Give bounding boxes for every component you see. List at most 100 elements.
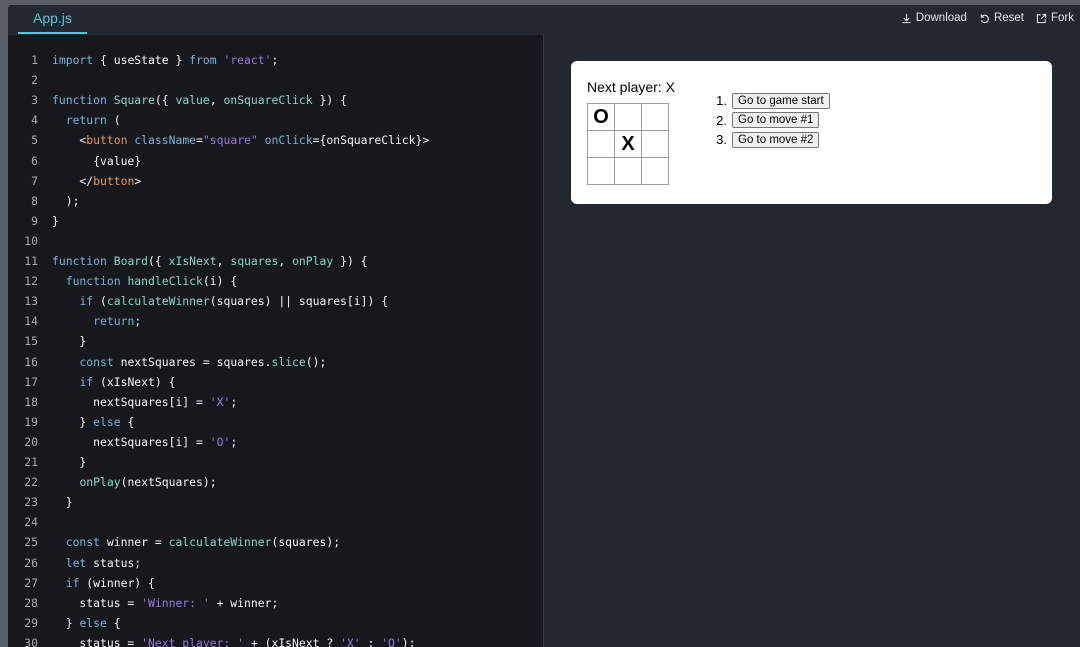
sandbox-frame: App.js Download Reset Fork 1 import {us… (8, 5, 1080, 647)
code-text: const winner = calculateWinner(squares); (65, 535, 341, 550)
line-number: 4 (31, 113, 38, 128)
code-line[interactable]: 16 const nextSquares = squares.slice(); (8, 352, 543, 372)
code-text: </button> (52, 173, 142, 188)
line-number: 30 (24, 635, 38, 647)
code-line[interactable]: 22 onPlay(nextSquares); (8, 472, 543, 492)
board-square[interactable] (641, 103, 669, 131)
code-line[interactable]: 5 <button className="square" onClick={on… (8, 130, 543, 150)
fork-label: Fork (1051, 12, 1074, 24)
code-line[interactable]: 18 nextSquares[i] = 'X'; (8, 392, 543, 412)
code-line[interactable]: 2 (8, 70, 543, 90)
code-line[interactable]: 11 function Board({ xIsNext, squares, onP… (8, 251, 543, 271)
code-text: let status; (65, 555, 142, 570)
download-button[interactable]: Download (901, 12, 967, 24)
code-text: } (52, 213, 59, 228)
code-line[interactable]: 28 status = 'Winner: ' + winner; (8, 593, 543, 613)
tab-app-js[interactable]: App.js (18, 5, 87, 34)
board-square[interactable] (587, 157, 615, 185)
board-square[interactable] (641, 130, 669, 158)
line-number: 19 (24, 414, 38, 429)
board-square[interactable]: O (587, 103, 615, 131)
code-line[interactable]: 25 const winner = calculateWinner(square… (8, 532, 543, 552)
code-line[interactable]: 19 } else { (8, 412, 543, 432)
code-line[interactable]: 21 } (8, 452, 543, 472)
download-icon (902, 13, 911, 23)
code-text: } (52, 495, 73, 510)
line-number: 3 (31, 93, 38, 108)
reset-button[interactable]: Reset (979, 12, 1024, 24)
code-text: ); (52, 193, 80, 208)
toolbar-actions: Download Reset Fork (901, 5, 1074, 31)
code-line[interactable]: 7 </button> (8, 171, 543, 191)
code-line[interactable]: 3 function Square({ value, onSquareClick … (8, 90, 543, 110)
go-to-move-button[interactable]: Go to move #2 (732, 131, 820, 148)
code-line[interactable]: 10 (8, 231, 543, 251)
board-square[interactable] (614, 157, 642, 185)
code-line[interactable]: 9} (8, 211, 543, 231)
code-line[interactable]: 17 if (xIsNext) { (8, 372, 543, 392)
code-line[interactable]: 1 import { useState } from 'react'; (8, 50, 543, 70)
move-list: 1. Go to game start 2. Go to move #1 3. Go to… (711, 91, 830, 150)
line-number: 25 (24, 535, 38, 550)
reset-label: Reset (993, 12, 1024, 24)
line-number: 12 (24, 274, 38, 289)
line-number: 22 (24, 475, 38, 490)
line-number: 15 (24, 334, 38, 349)
line-number: 9 (31, 213, 38, 228)
code-line[interactable]: 30 status = 'Next player: ' + (xIsNext ?… (8, 633, 543, 647)
line-number: 14 (24, 314, 38, 329)
code-text: } (52, 455, 87, 469)
line-number: 13 (24, 294, 38, 309)
code-text: return; (93, 314, 142, 329)
board-square[interactable] (587, 130, 615, 158)
download-label: Download (915, 12, 967, 24)
line-number: 28 (24, 595, 38, 610)
code-text: const nextSquares = squares.slice(); (79, 354, 327, 369)
code-text: status = 'Winner: ' + winner; (52, 595, 279, 610)
line-number: 6 (31, 153, 38, 168)
line-number: 5 (31, 133, 38, 148)
game-status: Next player: X (587, 79, 675, 95)
line-number: 26 (24, 555, 38, 570)
code-text: import { useState } from 'react'; (52, 53, 279, 67)
code-line[interactable]: 14 return; (8, 311, 543, 331)
code-text: nextSquares[i] = 'O'; (52, 434, 238, 449)
board-square[interactable]: X (614, 130, 642, 158)
line-number: 8 (31, 193, 38, 208)
code-line[interactable]: 8 ); (8, 191, 543, 211)
go-to-move-button[interactable]: Go to move #1 (732, 112, 820, 129)
line-number: 18 (24, 394, 38, 409)
code-text: nextSquares[i] = 'X'; (52, 394, 238, 409)
code-line[interactable]: 12 function handleClick(i) { (8, 271, 543, 291)
code-text: if (xIsNext) { (79, 374, 176, 389)
board-square[interactable] (641, 157, 669, 185)
line-number: 27 (24, 575, 38, 590)
editor-toolbar: App.js Download Reset Fork (8, 5, 1080, 36)
code-line[interactable]: 6 {value} (8, 151, 543, 171)
code-editor[interactable]: 1 import { useState } from 'react'; 2 3 func… (8, 35, 543, 647)
code-text: function Square({ value, onSquareClick }… (52, 93, 347, 108)
move-number: 3. (716, 132, 727, 148)
code-line[interactable]: 26 let status; (8, 553, 543, 573)
code-line[interactable]: 15 } (8, 331, 543, 351)
code-text: } else { (52, 615, 121, 630)
code-line[interactable]: 24 (8, 512, 543, 532)
code-text: if (calculateWinner(squares) || squares[… (79, 294, 389, 309)
line-number: 17 (24, 374, 38, 389)
code-line[interactable]: 27 if (winner) { (8, 573, 543, 593)
move-list-item: 3. Go to move #2 (711, 130, 830, 150)
code-line[interactable]: 4 return ( (8, 110, 543, 130)
code-text: function Board({ xIsNext, squares, onPla… (52, 254, 368, 268)
code-line[interactable]: 29 } else { (8, 613, 543, 633)
code-line[interactable]: 13 if (calculateWinner(squares) || squar… (8, 291, 543, 311)
move-list-item: 2. Go to move #1 (711, 111, 830, 131)
code-line[interactable]: 20 nextSquares[i] = 'O'; (8, 432, 543, 452)
code-text: } (52, 334, 87, 349)
code-text: if (winner) { (65, 575, 155, 590)
code-text: function handleClick(i) { (65, 274, 238, 289)
go-to-move-button[interactable]: Go to game start (732, 92, 830, 109)
board-square[interactable] (614, 103, 642, 131)
code-line[interactable]: 23 } (8, 492, 543, 512)
line-number: 16 (24, 354, 38, 369)
fork-button[interactable]: Fork (1036, 12, 1074, 24)
